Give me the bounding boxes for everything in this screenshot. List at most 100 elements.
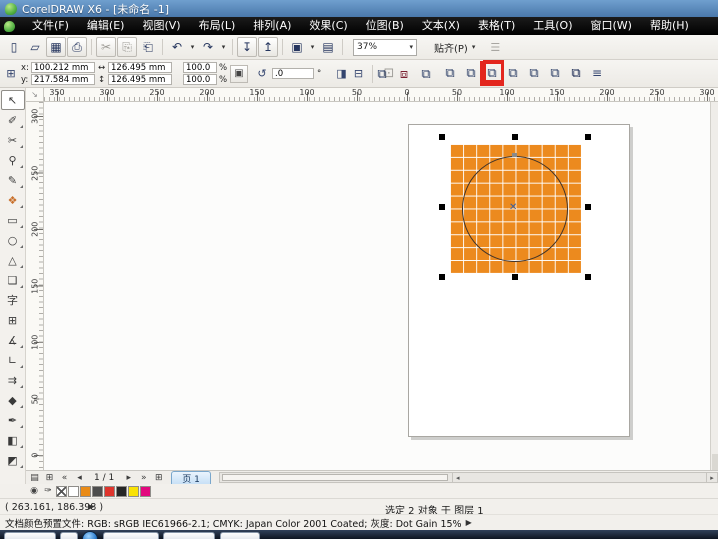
tool-ellipse[interactable]: ○ (1, 230, 25, 250)
lock-ratio-button[interactable]: ▣ (230, 65, 248, 83)
menu-item[interactable]: 文本(X) (413, 17, 469, 35)
tool-table[interactable]: ⊞ (1, 310, 25, 330)
tool-dimension[interactable]: ∡ (1, 330, 25, 350)
paste-button[interactable]: ⎗ (138, 37, 158, 57)
tool-polygon[interactable]: △ (1, 250, 25, 270)
scroll-right-icon[interactable]: ▸ (706, 473, 717, 482)
object-x-input[interactable] (31, 62, 95, 73)
mirror-vertical-button[interactable]: ⊟ (351, 66, 366, 82)
back-minus-front-button[interactable]: ⧉ (545, 63, 565, 84)
tool-crop[interactable]: ✂ (1, 130, 25, 150)
toolbar-separator[interactable] (88, 37, 95, 57)
circle-node[interactable] (512, 153, 517, 157)
tool-zoom[interactable]: ⚲ (1, 150, 25, 170)
tool-fill[interactable]: ◧ (1, 430, 25, 450)
tool-pick[interactable]: ↖ (1, 90, 25, 110)
front-minus-back-button[interactable]: ⧉ (524, 63, 544, 84)
menu-item[interactable]: 视图(V) (133, 17, 189, 35)
selection-handle[interactable] (512, 274, 518, 280)
redo-button[interactable]: ↷ (198, 37, 218, 57)
open-button[interactable]: ▱ (25, 37, 45, 57)
tool-connector[interactable]: ∟ (1, 350, 25, 370)
tool-freehand[interactable]: ✎ (1, 170, 25, 190)
redo-dropdown-caret[interactable]: ▾ (219, 37, 228, 57)
horizontal-scrollbar[interactable]: ◂ ▸ (219, 472, 718, 483)
object-y-input[interactable] (31, 74, 95, 85)
tool-shape[interactable]: ✐ (1, 110, 25, 130)
scroll-left-icon[interactable]: ◂ (452, 473, 463, 482)
scale-x-input[interactable] (183, 62, 217, 73)
tool-outline-pen[interactable]: ✒ (1, 410, 25, 430)
menu-item[interactable]: 帮助(H) (641, 17, 698, 35)
cut-button[interactable]: ✂ (96, 37, 116, 57)
horizontal-ruler[interactable]: 35030025020015010050050100150200250300 (44, 88, 718, 102)
tool-eyedropper[interactable]: ◆ (1, 390, 25, 410)
vertical-scrollbar[interactable] (710, 102, 718, 470)
first-page-button[interactable]: « (58, 472, 71, 484)
group-button[interactable]: ⧉ (416, 64, 436, 85)
selection-handle[interactable] (585, 204, 591, 210)
toolbar-separator[interactable] (229, 37, 236, 57)
object-height-input[interactable] (108, 74, 172, 85)
palette-flyout-button[interactable]: ◉ (28, 486, 40, 496)
undo-button[interactable]: ↶ (167, 37, 187, 57)
tool-basic-shapes[interactable]: ❑ (1, 270, 25, 290)
snap-to-dropdown[interactable]: 贴齐(P) ▾ (430, 38, 479, 57)
selection-handle[interactable] (439, 274, 445, 280)
selection-handle[interactable] (439, 204, 445, 210)
toolbar-separator[interactable] (159, 37, 166, 57)
menu-item[interactable]: 编辑(E) (78, 17, 134, 35)
flyout-arrow-icon[interactable]: ▶ (88, 502, 94, 511)
selection-handle[interactable] (585, 134, 591, 140)
menu-item[interactable]: 表格(T) (469, 17, 524, 35)
title-bar[interactable]: CorelDRAW X6 - [未命名 -1] (0, 0, 718, 17)
last-page-button[interactable]: » (137, 472, 150, 484)
welcome-screen-button[interactable]: ▤ (318, 37, 338, 57)
taskbar-button[interactable] (220, 532, 260, 539)
create-boundary-button[interactable]: ⧉ (566, 63, 586, 84)
object-width-input[interactable] (108, 62, 172, 73)
toolbar-separator[interactable] (339, 37, 346, 57)
swatch-magenta[interactable] (140, 486, 151, 497)
save-button[interactable]: ▦ (46, 37, 66, 57)
start-button[interactable] (82, 531, 98, 539)
menu-item[interactable]: 效果(C) (300, 17, 356, 35)
tool-interactive-fill[interactable]: ◩ (1, 450, 25, 470)
tool-text[interactable]: 字 (1, 290, 25, 310)
toolbar-separator[interactable] (279, 37, 286, 57)
taskbar-button[interactable] (4, 532, 56, 539)
tool-blend[interactable]: ⇉ (1, 370, 25, 390)
weld-button[interactable]: ⧉ (440, 63, 460, 84)
taskbar-button[interactable] (60, 532, 78, 539)
ruler-origin-icon[interactable]: ↘ (26, 88, 44, 102)
page-tab[interactable]: 页 1 (171, 471, 211, 484)
intersect-button[interactable]: ⧉ (482, 63, 502, 84)
menu-item[interactable]: 窗口(W) (582, 17, 641, 35)
swatch-yellow[interactable] (128, 486, 139, 497)
tool-smart-fill[interactable]: ❖ (1, 190, 25, 210)
new-document-button[interactable]: ▯ (4, 37, 24, 57)
menu-item[interactable]: 工具(O) (524, 17, 581, 35)
previous-page-button[interactable]: ◂ (73, 472, 86, 484)
selection-center-icon[interactable]: ✕ (509, 202, 517, 213)
navigator-flyout-icon[interactable]: ▤ (28, 472, 41, 484)
drawing-canvas[interactable]: ✕ (44, 102, 710, 470)
menu-item[interactable]: 位图(B) (357, 17, 413, 35)
undo-dropdown-caret[interactable]: ▾ (188, 37, 197, 57)
eyedropper-icon[interactable]: ✑ (42, 486, 54, 496)
swatch-black[interactable] (116, 486, 127, 497)
selection-handle[interactable] (585, 274, 591, 280)
add-page-button[interactable]: ⊞ (152, 472, 165, 484)
copy-button[interactable]: ⎘ (117, 37, 137, 57)
launcher-dropdown-caret[interactable]: ▾ (308, 37, 317, 57)
tool-rectangle[interactable]: ▭ (1, 210, 25, 230)
taskbar-button[interactable] (103, 532, 159, 539)
swatch-white[interactable] (68, 486, 79, 497)
vertical-ruler[interactable]: 300250200150100500 (26, 102, 44, 470)
trim-button[interactable]: ⧉ (461, 63, 481, 84)
swatch-red[interactable] (104, 486, 115, 497)
import-button[interactable]: ↧ (237, 37, 257, 57)
align-distribute-button[interactable]: ≡ (592, 66, 602, 80)
taskbar-button[interactable] (163, 532, 215, 539)
next-page-button[interactable]: ▸ (122, 472, 135, 484)
